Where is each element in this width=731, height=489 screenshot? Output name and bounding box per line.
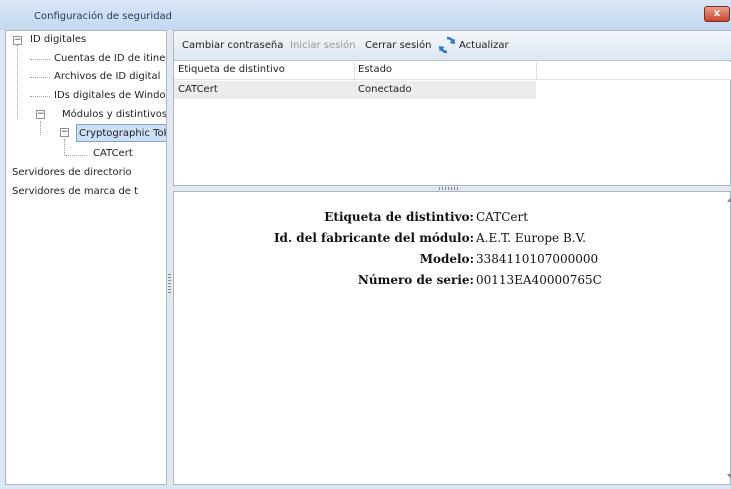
grip-icon [168, 274, 171, 294]
expander-icon[interactable]: − [60, 128, 69, 137]
table-row[interactable]: CATCert Conectado [174, 81, 536, 99]
column-divider[interactable] [536, 62, 537, 80]
toolbar: Cambiar contraseña Iniciar sesión Cerrar… [174, 31, 731, 61]
tree-item-windows-ids[interactable]: IDs digitales de Windo [54, 87, 166, 105]
tree-line [65, 155, 87, 156]
tree-line [30, 77, 50, 78]
cell-token-label: CATCert [178, 84, 218, 95]
logout-button[interactable]: Cerrar sesión [365, 40, 431, 51]
tree-item-timestamp-servers[interactable]: Servidores de marca de t [12, 183, 138, 201]
detail-label: Modelo: [419, 252, 474, 266]
cell-status: Conectado [358, 84, 412, 95]
tree-item-cryptographic-token[interactable]: Cryptographic Tok [76, 124, 166, 142]
detail-value: CATCert [476, 210, 529, 224]
expander-icon[interactable]: − [36, 110, 45, 119]
window-title: Configuración de seguridad [34, 11, 173, 22]
tree-item-roaming-accounts[interactable]: Cuentas de ID de itine [54, 50, 165, 68]
tree-line [40, 121, 41, 135]
detail-label: Número de serie: [357, 273, 474, 287]
detail-label: Id. del fabricante del módulo: [273, 231, 474, 245]
column-divider[interactable] [354, 62, 355, 80]
scroll-up-icon[interactable] [727, 198, 731, 202]
detail-value: A.E.T. Europe B.V. [476, 231, 586, 245]
token-list-pane: Cambiar contraseña Iniciar sesión Cerrar… [173, 30, 731, 186]
grip-icon [439, 187, 459, 190]
detail-label: Etiqueta de distintivo: [324, 210, 474, 224]
tree-line [64, 139, 65, 155]
refresh-icon[interactable] [438, 36, 456, 54]
tree-line [30, 59, 50, 60]
security-settings-window: Configuración de seguridad x − ID digita… [0, 0, 731, 489]
scroll-down-icon[interactable] [727, 474, 731, 478]
tree-item-digital-ids[interactable]: ID digitales [30, 31, 86, 49]
tree-item-id-files[interactable]: Archivos de ID digital [54, 68, 160, 86]
close-button[interactable]: x [704, 6, 730, 22]
detail-value: 00113EA40000765C [476, 273, 602, 287]
close-icon: x [713, 8, 721, 19]
tree-item-catcert[interactable]: CATCert [93, 145, 133, 163]
refresh-button[interactable]: Actualizar [459, 40, 509, 51]
tree-item-directory-servers[interactable]: Servidores de directorio [12, 164, 132, 182]
token-details-pane: Etiqueta de distintivo: CATCert Id. del … [173, 191, 731, 485]
settings-tree: − ID digitales Cuentas de ID de itine Ar… [5, 30, 167, 485]
change-password-button[interactable]: Cambiar contraseña [182, 40, 283, 51]
detail-value: 3384110107000000 [476, 252, 599, 266]
column-header-token-label[interactable]: Etiqueta de distintivo [178, 64, 285, 75]
tree-line [17, 45, 18, 119]
tree-item-modules-tokens[interactable]: Módulos y distintivos [62, 106, 166, 124]
login-button[interactable]: Iniciar sesión [290, 40, 356, 51]
tree-line [30, 96, 50, 97]
expander-icon[interactable]: − [13, 36, 22, 45]
title-bar: Configuración de seguridad x [0, 0, 731, 30]
column-header-status[interactable]: Estado [358, 64, 392, 75]
table-header: Etiqueta de distintivo Estado [174, 62, 731, 80]
